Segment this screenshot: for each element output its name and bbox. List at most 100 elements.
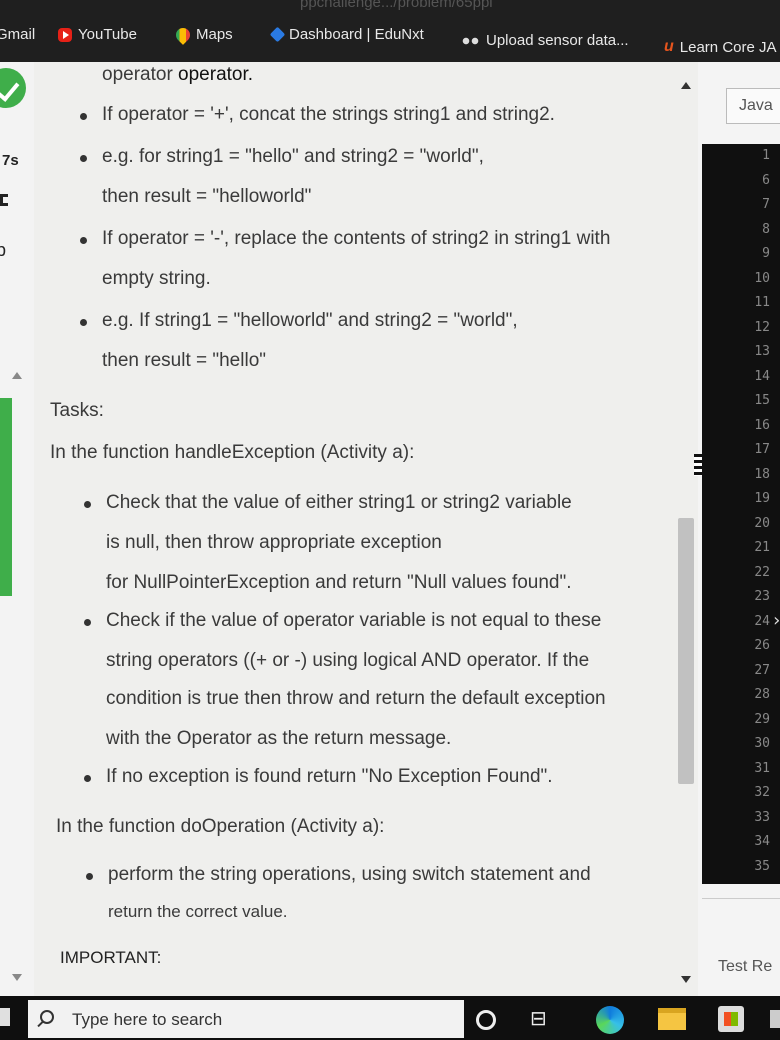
bookmark-label: Dashboard | EduNxt: [289, 26, 424, 43]
bookmark-youtube[interactable]: YouTube: [58, 26, 137, 43]
check-icon: [0, 68, 26, 108]
line-number-gutter: 16789101112131415161718192021222324›2627…: [702, 144, 780, 884]
line-number: 13: [754, 344, 770, 359]
problem-line: operator operator.: [102, 64, 254, 85]
problem-line: If operator = '+', concat the strings st…: [80, 104, 555, 125]
windows-taskbar: Type here to search ⊟: [0, 996, 780, 1040]
edunxt-icon: [269, 26, 286, 43]
bookmark-gmail[interactable]: Gmail: [0, 26, 35, 43]
line-number: 16: [754, 417, 770, 433]
bookmark-learn-core[interactable]: u Learn Core JA: [664, 38, 777, 56]
line-number: 7: [762, 197, 770, 212]
line-number: 35: [754, 858, 770, 874]
bookmark-maps[interactable]: Maps: [173, 24, 233, 45]
problem-line: empty string.: [102, 268, 211, 289]
task-a-line: is null, then throw appropriate exceptio…: [106, 532, 442, 553]
language-selector[interactable]: Java: [726, 88, 780, 124]
line-number: 6: [762, 172, 770, 188]
problem-line: e.g. If string1 = "helloworld" and strin…: [80, 310, 518, 331]
start-icon[interactable]: [0, 1008, 10, 1026]
bookmark-label: Maps: [196, 26, 233, 43]
problem-description: operator operator. If operator = '+', co…: [34, 62, 698, 996]
search-icon: [40, 1010, 54, 1024]
line-number: 32: [754, 785, 770, 800]
line-number: 34: [754, 834, 770, 849]
taskbar-search[interactable]: Type here to search: [28, 1000, 464, 1038]
task-b-line: return the correct value.: [108, 902, 288, 921]
store-icon[interactable]: [718, 1006, 744, 1032]
line-number: 31: [754, 760, 770, 776]
task-b-intro: In the function doOperation (Activity a)…: [56, 816, 385, 837]
line-number: 29: [754, 711, 770, 727]
resize-handle[interactable]: [694, 454, 702, 476]
p-icon: p: [0, 240, 7, 260]
task-a-bullet: If no exception is found return "No Exce…: [84, 766, 553, 787]
task-a-line: for NullPointerException and return "Nul…: [106, 572, 572, 593]
scroll-down-icon[interactable]: [681, 976, 691, 983]
bookmark-edunxt[interactable]: Dashboard | EduNxt: [269, 26, 424, 43]
task-a-bullet: Check if the value of operator variable …: [83, 610, 602, 631]
maps-icon: [173, 24, 193, 45]
problem-line: then result = "helloworld": [102, 186, 312, 207]
bookmark-label: YouTube: [78, 26, 137, 43]
cortana-icon[interactable]: [476, 1010, 496, 1030]
line-number: 10: [754, 270, 770, 286]
left-panel-tag: 7s: [2, 152, 19, 169]
scroll-down-icon[interactable]: [12, 974, 22, 981]
line-number: 8: [762, 221, 770, 237]
tasks-heading: Tasks:: [50, 400, 104, 421]
code-editor: Java 1 6 7 8 9 10 11 12 13 14 15 16 17 18 19 20 21 22 23 24…: [694, 62, 780, 996]
description-scrollbar[interactable]: [676, 62, 698, 996]
search-placeholder: Type here to search: [72, 1010, 223, 1029]
line-number: 12: [754, 319, 770, 335]
left-panel: 7s p: [0, 62, 34, 996]
sensor-icon: [462, 36, 480, 45]
scroll-thumb[interactable]: [678, 518, 694, 784]
problem-line: then result = "hello": [102, 350, 267, 371]
task-a-intro: In the function handleException (Activit…: [50, 442, 415, 463]
youtube-icon: [58, 27, 72, 42]
line-number: 24›: [754, 610, 780, 631]
line-number: 27: [754, 662, 770, 678]
taskbar-overflow-icon[interactable]: [770, 1010, 780, 1028]
line-number: 22: [754, 564, 770, 580]
line-number: 18: [754, 466, 770, 482]
url-fragment: ppchallenge.../problem/65ppi: [300, 0, 493, 11]
progress-bar: [0, 398, 12, 596]
scroll-up-icon[interactable]: [12, 372, 22, 379]
line-number: 19: [754, 491, 770, 506]
bookmark-label: Learn Core JA: [679, 38, 777, 56]
line-number: 11: [754, 295, 770, 310]
line-number: 26: [754, 638, 770, 653]
line-number: 1: [762, 148, 770, 163]
line-number: 28: [754, 687, 770, 702]
bookmark-label: Upload sensor data...: [486, 32, 629, 49]
edge-browser-icon[interactable]: [596, 1006, 624, 1034]
line-number: 9: [762, 246, 770, 261]
important-heading: IMPORTANT:: [60, 948, 162, 967]
line-number: 33: [754, 809, 770, 825]
learn-core-icon: u: [664, 38, 674, 55]
task-a-line: with the Operator as the return message.: [106, 728, 452, 749]
bracket-icon: [0, 194, 8, 206]
task-view-icon[interactable]: ⊟: [530, 1008, 552, 1030]
test-results-tab[interactable]: Test Re: [718, 958, 772, 976]
problem-line: If operator = '-', replace the contents …: [79, 228, 611, 249]
line-number: 21: [754, 540, 770, 555]
line-number: 23: [754, 589, 770, 604]
line-number: 30: [754, 736, 770, 751]
task-a-line: string operators ((+ or -) using logical…: [106, 650, 590, 671]
task-b-bullet: perform the string operations, using swi…: [86, 864, 591, 885]
line-number: 20: [754, 515, 770, 531]
line-number: 15: [754, 393, 770, 408]
editor-divider: [702, 898, 780, 899]
line-number: 14: [754, 368, 770, 384]
bookmarks-bar: ppchallenge.../problem/65ppi Gmail YouTu…: [0, 0, 780, 62]
bookmark-label: Gmail: [0, 26, 36, 43]
problem-line: e.g. for string1 = "hello" and string2 =…: [80, 146, 484, 167]
file-explorer-icon[interactable]: [658, 1008, 686, 1030]
task-a-line: condition is true then throw and return …: [106, 688, 606, 709]
scroll-up-icon[interactable]: [681, 82, 691, 89]
chevron-right-icon[interactable]: ›: [771, 610, 780, 631]
bookmark-upload-sensor[interactable]: Upload sensor data...: [462, 32, 629, 49]
